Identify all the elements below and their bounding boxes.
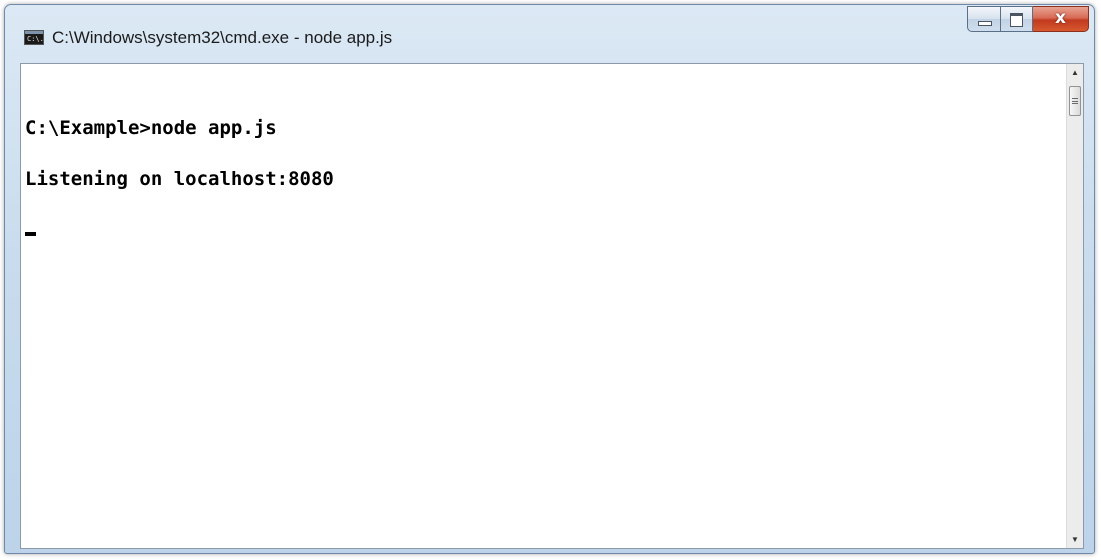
grip-icon bbox=[1072, 98, 1078, 104]
console-output[interactable]: C:\Example>node app.js Listening on loca… bbox=[21, 64, 1066, 548]
maximize-button[interactable] bbox=[1001, 6, 1033, 32]
text-cursor bbox=[25, 232, 36, 236]
icon-title-strip bbox=[25, 31, 43, 34]
title-bar[interactable]: C:\. C:\Windows\system32\cmd.exe - node … bbox=[5, 5, 1094, 63]
command-prompt-icon[interactable]: C:\. bbox=[24, 30, 44, 45]
minimize-button[interactable] bbox=[967, 6, 1001, 32]
scroll-down-arrow-icon[interactable]: ▼ bbox=[1067, 531, 1083, 548]
console-client-area: C:\Example>node app.js Listening on loca… bbox=[20, 63, 1084, 549]
console-line: Listening on localhost:8080 bbox=[25, 168, 334, 190]
console-line: C:\Example>node app.js bbox=[25, 117, 277, 139]
icon-text: C:\. bbox=[27, 35, 44, 43]
scroll-up-arrow-icon[interactable]: ▲ bbox=[1067, 64, 1083, 81]
close-button[interactable]: x bbox=[1033, 6, 1089, 32]
vertical-scrollbar[interactable]: ▲ ▼ bbox=[1066, 64, 1083, 548]
close-icon: x bbox=[1055, 8, 1066, 28]
minimize-icon bbox=[978, 21, 992, 26]
caption-buttons: x bbox=[967, 6, 1089, 32]
window-title: C:\Windows\system32\cmd.exe - node app.j… bbox=[52, 28, 393, 47]
scrollbar-thumb[interactable] bbox=[1069, 86, 1081, 116]
cmd-window: C:\. C:\Windows\system32\cmd.exe - node … bbox=[4, 4, 1095, 554]
maximize-icon bbox=[1010, 13, 1023, 27]
